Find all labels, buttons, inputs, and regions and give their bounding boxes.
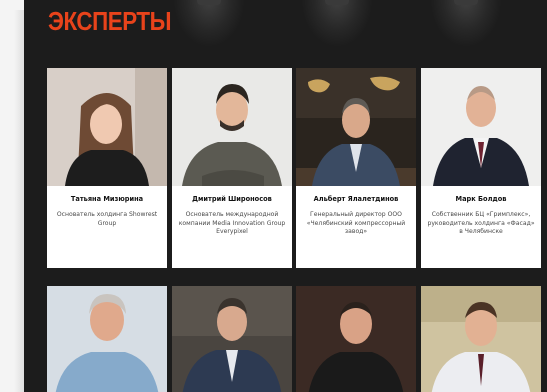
expert-photo	[47, 286, 167, 392]
expert-card[interactable]	[296, 286, 416, 392]
expert-role: Собственник БЦ «Гримплекс», руководитель…	[427, 211, 535, 236]
expert-photo	[421, 68, 541, 186]
expert-card[interactable]	[421, 286, 541, 392]
expert-card[interactable]: Татьяна Мизюрина Основатель холдинга Sho…	[47, 68, 167, 268]
expert-photo	[47, 68, 167, 186]
expert-photo	[296, 286, 416, 392]
expert-role: Генеральный директор ООО «Челябинский ко…	[306, 211, 406, 236]
expert-name: Дмитрий Широносов	[192, 195, 272, 203]
expert-card[interactable]: Марк Болдов Собственник БЦ «Гримплекс», …	[421, 68, 541, 268]
expert-card[interactable]: Дмитрий Широносов Основатель международн…	[172, 68, 292, 268]
expert-photo	[172, 286, 292, 392]
expert-card[interactable]	[47, 286, 167, 392]
expert-photo	[421, 286, 541, 392]
expert-card[interactable]	[172, 286, 292, 392]
spotlight-lamp	[174, 0, 244, 46]
expert-card[interactable]: Альберт Ялалетдинов Генеральный директор…	[296, 68, 416, 268]
expert-role: Основатель холдинга Showrest Group	[56, 211, 158, 227]
spotlight-lamp	[302, 0, 372, 46]
expert-photo	[172, 68, 292, 186]
spotlight-lamp	[431, 0, 501, 46]
expert-name: Альберт Ялалетдинов	[313, 195, 399, 203]
expert-name: Татьяна Мизюрина	[70, 195, 144, 203]
expert-name: Марк Болдов	[455, 195, 507, 203]
expert-role: Основатель международной компании Media …	[178, 211, 286, 236]
experts-section: ЭКСПЕРТЫ Татьяна Мизюрина Основатель хол…	[24, 0, 547, 392]
expert-photo	[296, 68, 416, 186]
section-title: ЭКСПЕРТЫ	[48, 6, 172, 36]
